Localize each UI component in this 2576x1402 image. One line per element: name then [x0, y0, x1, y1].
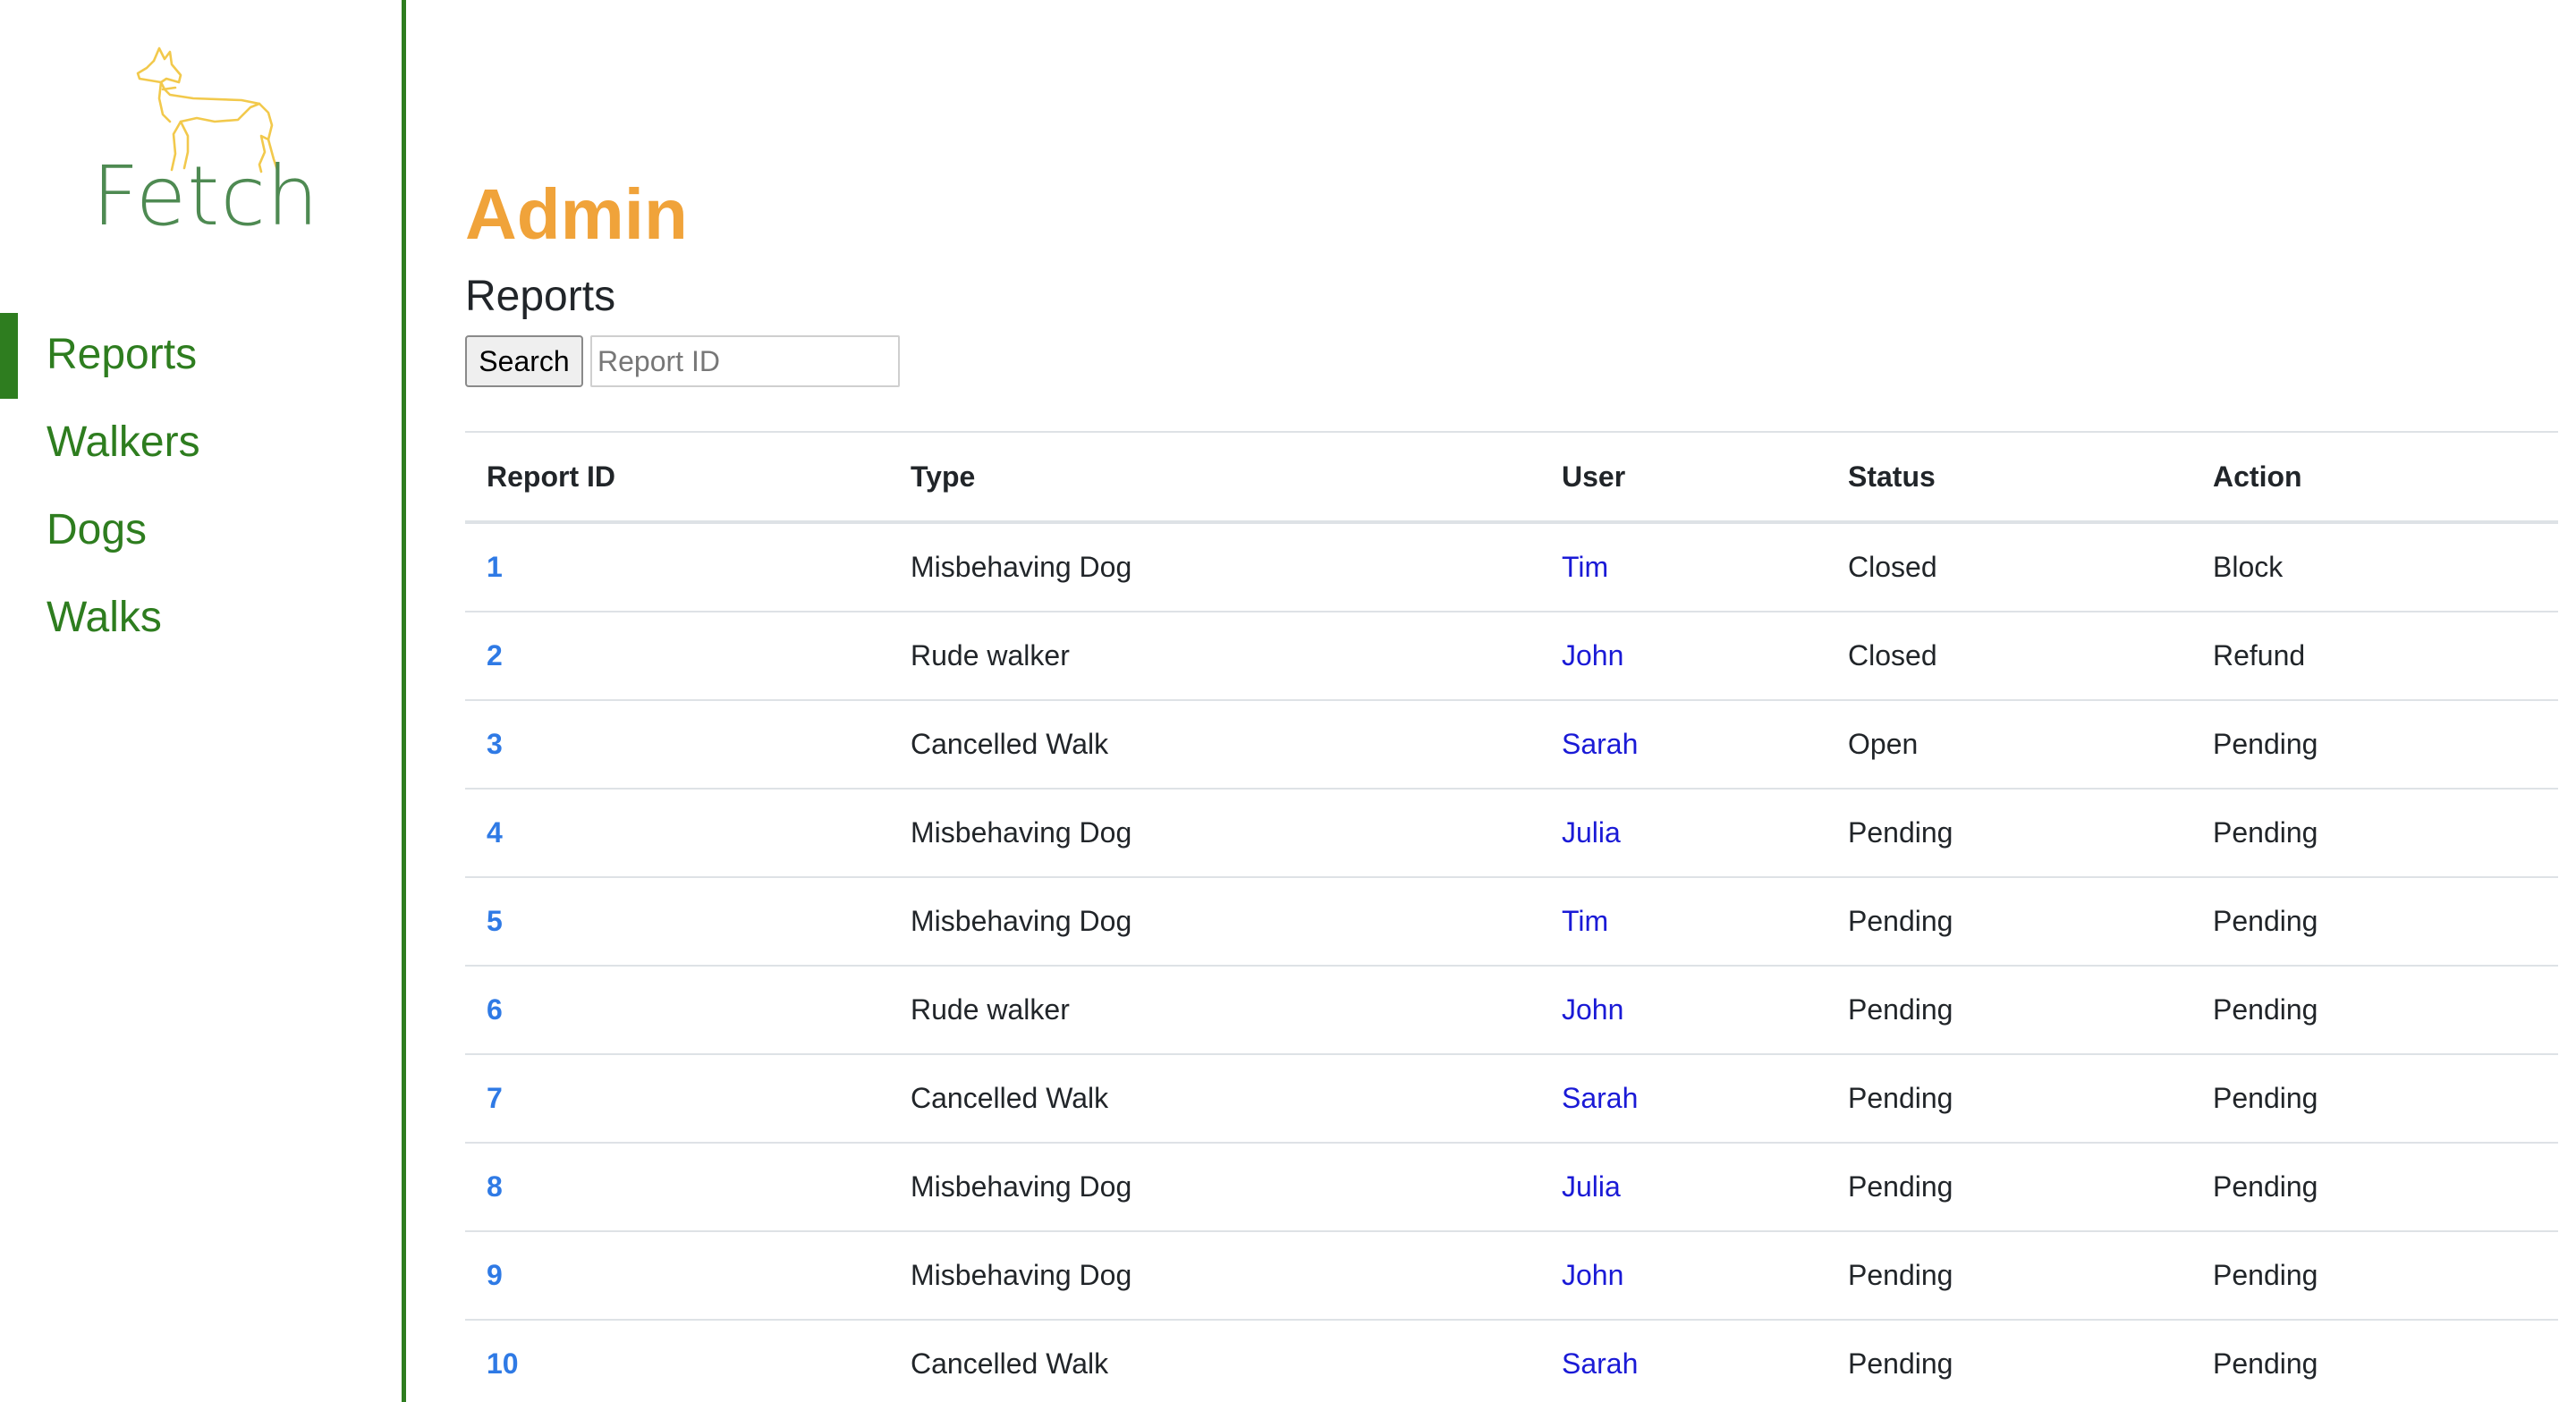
table-row: 3 Cancelled Walk Sarah Open Pending [465, 700, 2558, 790]
table-row: 6 Rude walker John Pending Pending [465, 966, 2558, 1055]
report-status: Pending [1826, 877, 2191, 967]
table-row: 8 Misbehaving Dog Julia Pending Pending [465, 1143, 2558, 1232]
report-type: Misbehaving Dog [889, 877, 1540, 967]
sidebar-item-reports[interactable]: Reports [0, 311, 402, 399]
report-status: Pending [1826, 789, 2191, 878]
report-status: Pending [1826, 1320, 2191, 1402]
report-id-link[interactable]: 4 [487, 816, 503, 849]
report-id-link[interactable]: 8 [487, 1170, 503, 1203]
table-row: 5 Misbehaving Dog Tim Pending Pending [465, 877, 2558, 967]
report-action: Pending [2191, 1320, 2558, 1402]
report-type: Cancelled Walk [889, 1320, 1540, 1402]
report-type: Cancelled Walk [889, 700, 1540, 790]
report-action: Pending [2191, 1054, 2558, 1144]
report-type: Misbehaving Dog [889, 1231, 1540, 1321]
report-status: Pending [1826, 1143, 2191, 1232]
report-type: Misbehaving Dog [889, 522, 1540, 612]
header-type: Type [889, 431, 1540, 524]
section-title: Reports [465, 273, 616, 320]
logo[interactable]: Fetch [89, 46, 322, 243]
report-type: Rude walker [889, 966, 1540, 1055]
user-link[interactable]: Julia [1562, 816, 1621, 849]
report-id-link[interactable]: 10 [487, 1347, 519, 1380]
report-action: Pending [2191, 789, 2558, 878]
table-header-row: Report ID Type User Status Action [465, 431, 2558, 524]
report-id-link[interactable]: 1 [487, 551, 503, 583]
table-row: 10 Cancelled Walk Sarah Pending Pending [465, 1320, 2558, 1402]
report-action: Pending [2191, 1231, 2558, 1321]
report-action: Refund [2191, 612, 2558, 701]
report-id-link[interactable]: 2 [487, 639, 503, 671]
user-link[interactable]: Sarah [1562, 1347, 1638, 1380]
table-row: 7 Cancelled Walk Sarah Pending Pending [465, 1054, 2558, 1144]
report-action: Pending [2191, 1143, 2558, 1232]
report-type: Misbehaving Dog [889, 789, 1540, 878]
header-user: User [1540, 431, 1826, 524]
sidebar-item-walks[interactable]: Walks [0, 574, 402, 662]
user-link[interactable]: Sarah [1562, 1082, 1638, 1114]
user-link[interactable]: John [1562, 639, 1623, 671]
logo-text: Fetch [91, 148, 320, 244]
report-status: Open [1826, 700, 2191, 790]
page-title: Admin [465, 174, 688, 254]
header-action: Action [2191, 431, 2558, 524]
user-link[interactable]: John [1562, 993, 1623, 1026]
user-link[interactable]: Tim [1562, 905, 1608, 937]
report-id-link[interactable]: 6 [487, 993, 503, 1026]
user-link[interactable]: John [1562, 1259, 1623, 1291]
report-action: Pending [2191, 966, 2558, 1055]
report-status: Pending [1826, 1054, 2191, 1144]
search-button[interactable]: Search [465, 335, 583, 387]
reports-table: Report ID Type User Status Action 1 Misb… [465, 431, 2558, 1402]
report-action: Block [2191, 522, 2558, 612]
report-action: Pending [2191, 877, 2558, 967]
report-id-link[interactable]: 3 [487, 728, 503, 760]
report-status: Pending [1826, 966, 2191, 1055]
search-bar: Search [465, 334, 900, 388]
user-link[interactable]: Tim [1562, 551, 1608, 583]
table-row: 9 Misbehaving Dog John Pending Pending [465, 1231, 2558, 1321]
admin-app: Fetch Reports Walkers Dogs Walks Admin R… [0, 0, 2576, 1402]
report-id-link[interactable]: 5 [487, 905, 503, 937]
table-row: 1 Misbehaving Dog Tim Closed Block [465, 522, 2558, 612]
report-action: Pending [2191, 700, 2558, 790]
report-status: Closed [1826, 612, 2191, 701]
sidebar-item-dogs[interactable]: Dogs [0, 486, 402, 574]
report-type: Rude walker [889, 612, 1540, 701]
sidebar-nav: Reports Walkers Dogs Walks [0, 311, 402, 662]
user-link[interactable]: Sarah [1562, 728, 1638, 760]
sidebar: Fetch Reports Walkers Dogs Walks [0, 0, 406, 1402]
table-row: 4 Misbehaving Dog Julia Pending Pending [465, 789, 2558, 878]
report-type: Cancelled Walk [889, 1054, 1540, 1144]
report-status: Pending [1826, 1231, 2191, 1321]
report-type: Misbehaving Dog [889, 1143, 1540, 1232]
header-status: Status [1826, 431, 2191, 524]
report-id-link[interactable]: 9 [487, 1259, 503, 1291]
report-status: Closed [1826, 522, 2191, 612]
report-id-link[interactable]: 7 [487, 1082, 503, 1114]
table-row: 2 Rude walker John Closed Refund [465, 612, 2558, 701]
sidebar-item-walkers[interactable]: Walkers [0, 399, 402, 486]
user-link[interactable]: Julia [1562, 1170, 1621, 1203]
header-report-id: Report ID [465, 431, 889, 524]
report-id-search-input[interactable] [590, 335, 900, 387]
